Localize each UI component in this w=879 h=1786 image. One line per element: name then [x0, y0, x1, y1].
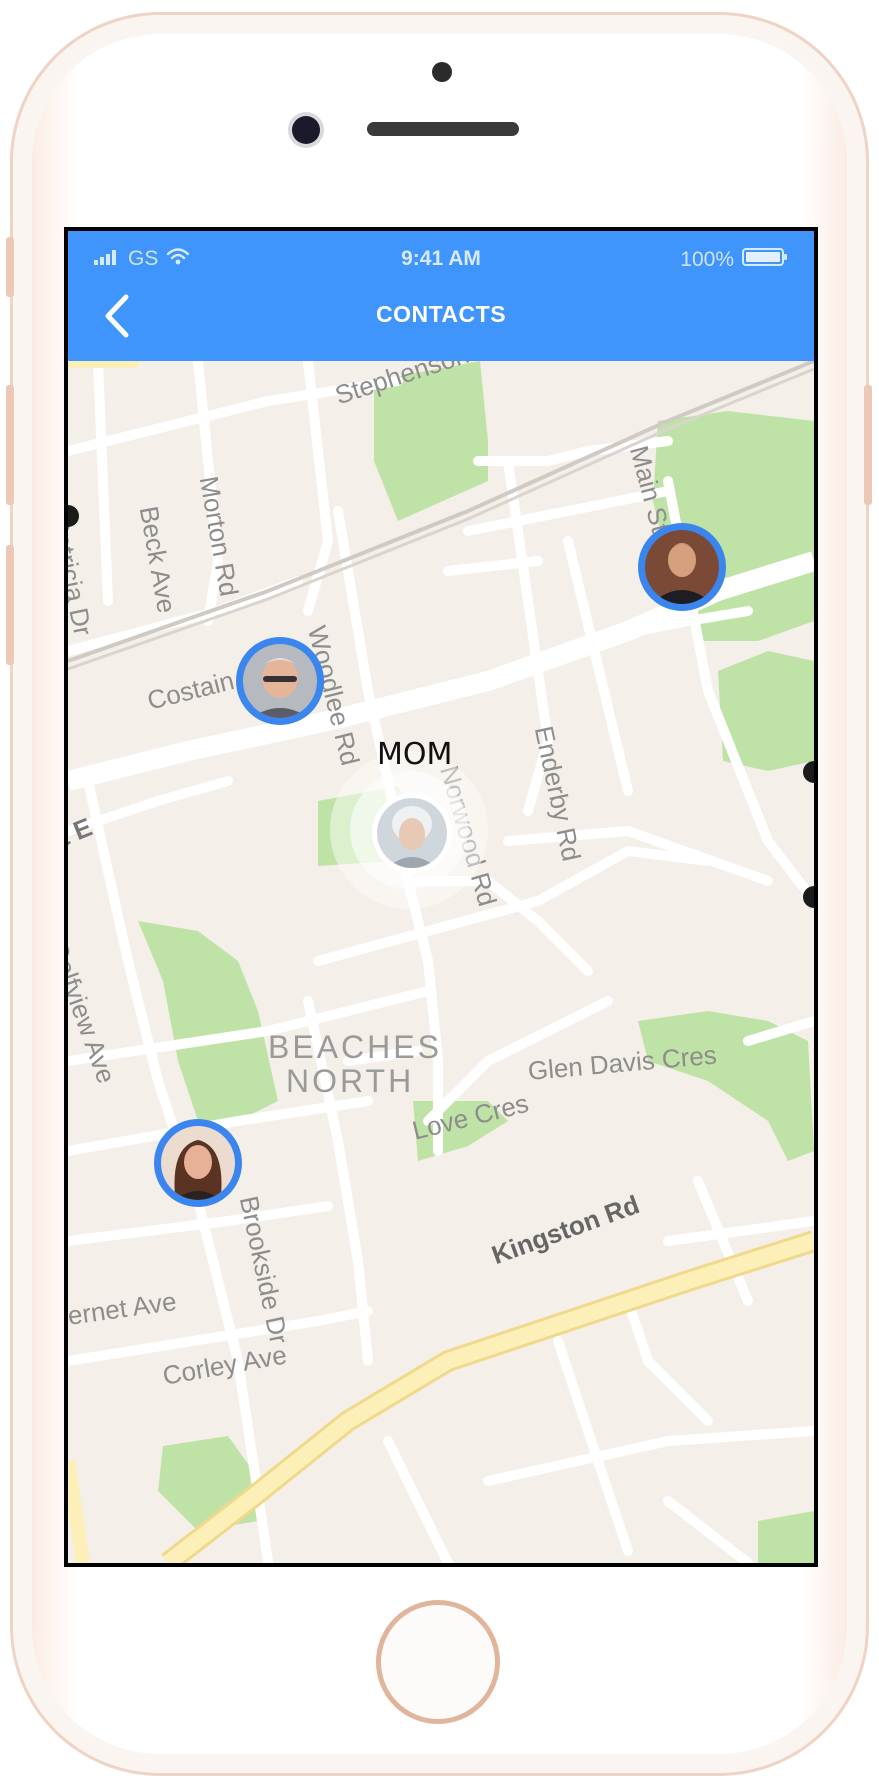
battery-info: 100%: [680, 247, 788, 273]
avatar: [161, 1126, 235, 1200]
earpiece-speaker: [367, 122, 519, 136]
contact-pin-mom[interactable]: [372, 793, 452, 873]
contact-name-label: MOM: [377, 737, 453, 772]
navigation-bar: GS 9:41 AM 100% CONTACTS: [68, 231, 814, 361]
contact-pin[interactable]: [236, 637, 324, 725]
contact-pin[interactable]: [638, 523, 726, 611]
map-view[interactable]: Stephenson Main St Patricia Dr Beck Ave …: [68, 339, 814, 1563]
status-bar: GS 9:41 AM 100%: [68, 247, 814, 277]
neighborhood-label-line2: NORTH: [286, 1063, 415, 1099]
battery-percent: 100%: [680, 248, 734, 271]
phone-screen: Stephenson Main St Patricia Dr Beck Ave …: [64, 227, 818, 1567]
mute-switch: [6, 237, 14, 297]
avatar: [377, 798, 447, 868]
battery-icon: [742, 247, 788, 273]
avatar: [243, 644, 317, 718]
front-camera: [292, 116, 320, 144]
screen-content: Stephenson Main St Patricia Dr Beck Ave …: [68, 231, 814, 1563]
volume-up-button: [6, 385, 14, 505]
power-button: [864, 385, 872, 505]
page-title: CONTACTS: [375, 301, 507, 327]
volume-down-button: [6, 545, 14, 665]
avatar: [645, 530, 719, 604]
contact-pin[interactable]: [154, 1119, 242, 1207]
neighborhood-label-line1: BEACHES: [268, 1029, 442, 1065]
home-button[interactable]: [376, 1600, 500, 1724]
proximity-sensor: [432, 62, 452, 82]
